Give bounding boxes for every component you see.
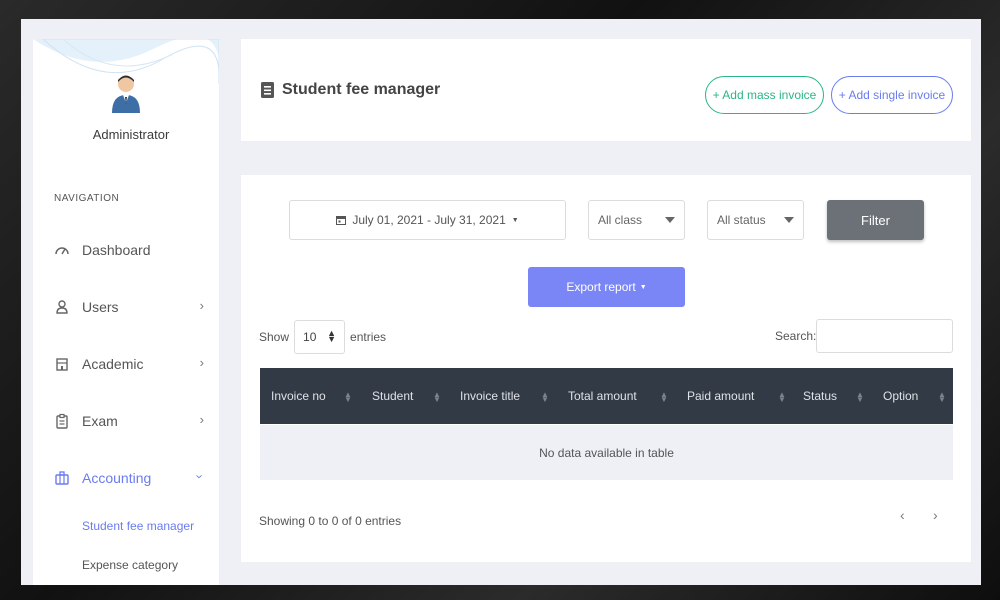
sidebar-item-label: Dashboard — [82, 242, 151, 258]
sidebar-item-label: Academic — [82, 356, 144, 372]
column-header-label: Invoice no — [271, 389, 326, 403]
column-header-label: Student — [372, 389, 414, 403]
column-header-option[interactable]: Option ▲ ▼ — [883, 368, 946, 424]
column-header-status[interactable]: Status ▲ ▼ — [803, 368, 864, 424]
chevron-down-icon: › — [192, 474, 208, 479]
filter-button[interactable]: Filter — [827, 200, 924, 240]
page-title: Student fee manager — [282, 81, 441, 98]
page-header: Student fee manager + Add mass invoice +… — [241, 39, 971, 141]
add-single-invoice-button[interactable]: + Add single invoice — [831, 76, 953, 114]
class-select[interactable]: All class — [588, 200, 685, 240]
previous-page-button[interactable]: ‹ — [900, 507, 905, 523]
page-title-wrap: Student fee manager — [261, 81, 440, 99]
entries-control: Show 10 ▲ ▼ entries — [259, 320, 386, 354]
sidebar-item-dashboard[interactable]: Dashboard — [54, 238, 204, 262]
calendar-icon — [336, 216, 347, 225]
column-header-label: Paid amount — [687, 389, 755, 403]
briefcase-icon — [55, 471, 69, 485]
user-name: Administrator — [92, 127, 170, 142]
sidebar-item-exam[interactable]: Exam › — [54, 409, 204, 433]
column-header-label: Status — [803, 389, 838, 403]
entries-select-value: 10 — [303, 330, 317, 344]
sidebar-item-label: Exam — [82, 413, 118, 429]
sidebar-item-users[interactable]: Users › — [54, 295, 204, 319]
user-icon — [56, 300, 68, 314]
export-report-label: Export report — [566, 280, 636, 294]
date-range-value: July 01, 2021 - July 31, 2021 — [352, 213, 506, 227]
sort-icon: ▲ ▼ — [433, 390, 441, 404]
updown-arrows-icon: ▲ ▼ — [327, 328, 337, 344]
show-label: Show — [259, 330, 290, 344]
status-select-value: All status — [717, 213, 766, 227]
column-header-invoice-no[interactable]: Invoice no ▲ ▼ — [271, 368, 352, 424]
column-header-label: Option — [883, 389, 919, 403]
caret-down-icon: ▼ — [639, 283, 647, 291]
table-empty-row: No data available in table — [260, 425, 953, 480]
entries-label: entries — [350, 330, 387, 344]
sidebar-item-accounting[interactable]: Accounting › — [54, 466, 208, 490]
date-range-picker[interactable]: July 01, 2021 - July 31, 2021 ▼ — [289, 200, 566, 240]
column-header-label: Total amount — [568, 389, 637, 403]
document-icon — [261, 82, 274, 98]
caret-down-icon: ▼ — [511, 216, 519, 224]
sort-icon: ▲ ▼ — [856, 390, 864, 404]
chevron-right-icon: › — [199, 298, 204, 313]
chevron-right-icon: › — [199, 355, 204, 370]
column-header-invoice-title[interactable]: Invoice title ▲ ▼ — [460, 368, 549, 424]
sidebar: Administrator NAVIGATION Dashboard Users… — [33, 39, 219, 585]
status-select[interactable]: All status — [707, 200, 804, 240]
sort-icon: ▲ ▼ — [938, 390, 946, 404]
avatar — [112, 75, 140, 113]
sidebar-item-label: Accounting — [82, 470, 152, 486]
building-icon — [56, 358, 68, 371]
sort-icon: ▲ ▼ — [541, 390, 549, 404]
fee-list-card: July 01, 2021 - July 31, 2021 ▼ All clas… — [241, 175, 971, 562]
add-mass-invoice-button[interactable]: + Add mass invoice — [705, 76, 824, 114]
nav-heading: NAVIGATION — [54, 193, 120, 204]
dropdown-arrow-icon — [784, 217, 794, 223]
sidebar-item-academic[interactable]: Academic › — [54, 352, 204, 376]
clipboard-icon — [56, 413, 68, 429]
search-label: Search: — [775, 329, 817, 343]
sort-icon: ▲ ▼ — [660, 390, 668, 404]
table-header: Invoice no ▲ ▼ Student ▲ ▼ Invoice title ▲… — [260, 368, 953, 424]
gauge-icon — [55, 247, 69, 255]
entries-select[interactable]: 10 ▲ ▼ — [294, 320, 346, 354]
chevron-right-icon: › — [199, 412, 204, 427]
sort-icon: ▲ ▼ — [778, 390, 786, 404]
sort-icon: ▲ ▼ — [344, 390, 352, 404]
search-input[interactable] — [816, 319, 953, 353]
table-info: Showing 0 to 0 of 0 entries — [259, 514, 402, 528]
sidebar-item-label: Users — [82, 299, 119, 315]
column-header-label: Invoice title — [460, 389, 521, 403]
export-report-button[interactable]: Export report ▼ — [528, 267, 685, 307]
column-header-paid-amount[interactable]: Paid amount ▲ ▼ — [687, 368, 786, 424]
app-screen: Administrator NAVIGATION Dashboard Users… — [21, 19, 981, 585]
class-select-value: All class — [598, 213, 643, 227]
next-page-button[interactable]: › — [933, 507, 938, 523]
sidebar-subitem-student-fee-manager[interactable]: Student fee manager — [82, 519, 194, 533]
dropdown-arrow-icon — [665, 217, 675, 223]
column-header-student[interactable]: Student ▲ ▼ — [372, 368, 441, 424]
sidebar-subitem-expense-category[interactable]: Expense category — [82, 558, 178, 572]
column-header-total-amount[interactable]: Total amount ▲ ▼ — [568, 368, 668, 424]
